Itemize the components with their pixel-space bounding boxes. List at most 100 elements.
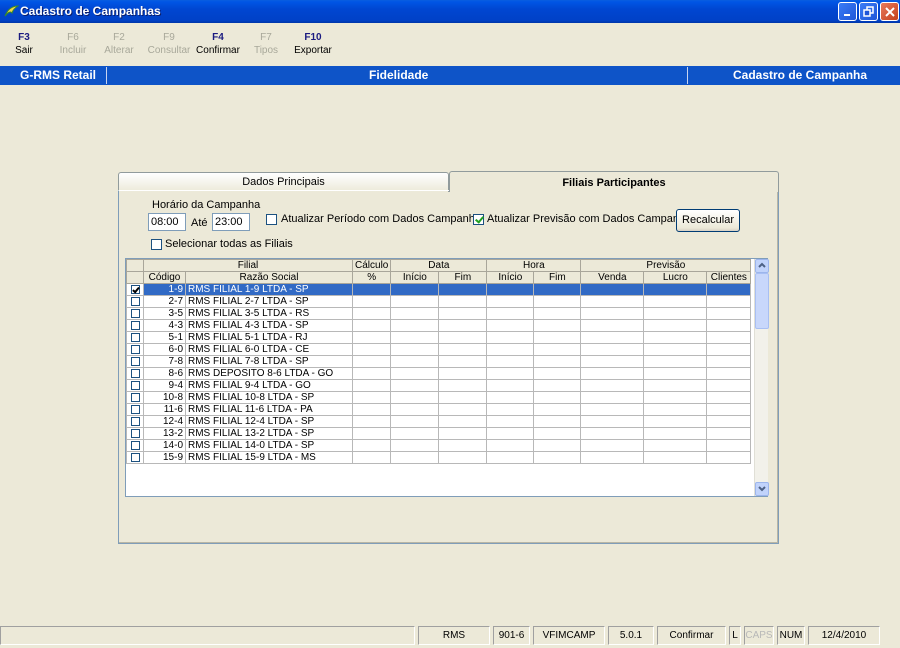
cell-empty[interactable] [438, 403, 488, 416]
atualizar-periodo-checkbox[interactable] [266, 214, 277, 225]
row-checkbox-cell[interactable] [126, 439, 144, 452]
minimize-button[interactable] [838, 2, 857, 21]
cell-empty[interactable] [643, 439, 708, 452]
cell-empty[interactable] [390, 295, 440, 308]
row-checkbox[interactable] [130, 332, 140, 342]
restore-button[interactable] [859, 2, 878, 21]
table-row[interactable]: 4-3 RMS FILIAL 4-3 LTDA - SP [126, 319, 752, 332]
cell-empty[interactable] [706, 307, 752, 320]
cell-empty[interactable] [486, 391, 535, 404]
table-row[interactable]: 13-2 RMS FILIAL 13-2 LTDA - SP [126, 427, 752, 440]
cell-empty[interactable] [486, 451, 535, 464]
cell-empty[interactable] [643, 367, 708, 380]
cell-empty[interactable] [580, 379, 645, 392]
row-checkbox[interactable] [130, 380, 140, 390]
row-checkbox-cell[interactable] [126, 343, 144, 356]
cell-empty[interactable] [706, 331, 752, 344]
col-percent[interactable]: % [351, 271, 392, 284]
row-checkbox[interactable] [130, 404, 140, 414]
cell-empty[interactable] [390, 403, 440, 416]
toolbar-consultar[interactable]: F9 Consultar [147, 32, 191, 56]
cell-empty[interactable] [643, 307, 708, 320]
row-checkbox[interactable] [130, 416, 140, 426]
cell-empty[interactable] [643, 379, 708, 392]
cell-empty[interactable] [351, 295, 392, 308]
cell-empty[interactable] [706, 295, 752, 308]
cell-empty[interactable] [438, 379, 488, 392]
row-checkbox-cell[interactable] [126, 295, 144, 308]
row-checkbox-cell[interactable] [126, 355, 144, 368]
row-checkbox[interactable] [130, 320, 140, 330]
cell-empty[interactable] [706, 391, 752, 404]
table-row[interactable]: 6-0 RMS FILIAL 6-0 LTDA - CE [126, 343, 752, 356]
cell-empty[interactable] [351, 331, 392, 344]
cell-empty[interactable] [390, 283, 440, 296]
row-checkbox[interactable] [130, 452, 140, 462]
scroll-up-button[interactable] [755, 259, 769, 273]
cell-empty[interactable] [580, 331, 645, 344]
table-row[interactable]: 15-9 RMS FILIAL 15-9 LTDA - MS [126, 451, 752, 464]
row-checkbox-cell[interactable] [126, 367, 144, 380]
toolbar-sair[interactable]: F3 Sair [12, 32, 36, 56]
row-checkbox[interactable] [130, 296, 140, 306]
cell-empty[interactable] [580, 355, 645, 368]
cell-empty[interactable] [580, 307, 645, 320]
cell-empty[interactable] [580, 295, 645, 308]
table-row[interactable]: 8-6 RMS DEPOSITO 8-6 LTDA - GO [126, 367, 752, 380]
cell-empty[interactable] [533, 319, 582, 332]
cell-empty[interactable] [486, 307, 535, 320]
cell-empty[interactable] [486, 319, 535, 332]
cell-empty[interactable] [706, 379, 752, 392]
cell-empty[interactable] [643, 355, 708, 368]
cell-empty[interactable] [533, 367, 582, 380]
cell-empty[interactable] [351, 427, 392, 440]
hora-inicio-field[interactable]: 08:00 [148, 213, 186, 231]
cell-empty[interactable] [643, 343, 708, 356]
cell-empty[interactable] [390, 331, 440, 344]
cell-empty[interactable] [643, 427, 708, 440]
cell-empty[interactable] [706, 439, 752, 452]
cell-empty[interactable] [580, 451, 645, 464]
row-checkbox[interactable] [130, 428, 140, 438]
row-checkbox-cell[interactable] [126, 319, 144, 332]
cell-empty[interactable] [486, 295, 535, 308]
row-checkbox-cell[interactable] [126, 283, 144, 296]
cell-empty[interactable] [580, 391, 645, 404]
cell-empty[interactable] [706, 319, 752, 332]
cell-empty[interactable] [643, 319, 708, 332]
close-button[interactable] [880, 2, 899, 21]
cell-empty[interactable] [643, 403, 708, 416]
selecionar-todas-checkbox[interactable] [151, 239, 162, 250]
cell-empty[interactable] [351, 367, 392, 380]
cell-empty[interactable] [533, 307, 582, 320]
cell-empty[interactable] [486, 379, 535, 392]
cell-empty[interactable] [580, 319, 645, 332]
cell-empty[interactable] [533, 427, 582, 440]
cell-empty[interactable] [486, 283, 535, 296]
cell-empty[interactable] [390, 415, 440, 428]
col-hora-inicio[interactable]: Início [486, 271, 535, 284]
table-row[interactable]: 11-6 RMS FILIAL 11-6 LTDA - PA [126, 403, 752, 416]
table-row[interactable]: 2-7 RMS FILIAL 2-7 LTDA - SP [126, 295, 752, 308]
row-checkbox-cell[interactable] [126, 415, 144, 428]
col-lucro[interactable]: Lucro [643, 271, 708, 284]
cell-empty[interactable] [580, 343, 645, 356]
col-venda[interactable]: Venda [580, 271, 645, 284]
cell-empty[interactable] [706, 451, 752, 464]
cell-empty[interactable] [390, 391, 440, 404]
scroll-thumb[interactable] [755, 273, 769, 329]
row-checkbox-cell[interactable] [126, 379, 144, 392]
cell-empty[interactable] [438, 355, 488, 368]
cell-empty[interactable] [643, 391, 708, 404]
row-checkbox-cell[interactable] [126, 403, 144, 416]
cell-empty[interactable] [390, 427, 440, 440]
recalcular-button[interactable]: Recalcular [676, 209, 740, 232]
table-row[interactable]: 14-0 RMS FILIAL 14-0 LTDA - SP [126, 439, 752, 452]
cell-empty[interactable] [351, 403, 392, 416]
cell-empty[interactable] [351, 355, 392, 368]
cell-empty[interactable] [486, 367, 535, 380]
cell-empty[interactable] [643, 283, 708, 296]
cell-empty[interactable] [438, 283, 488, 296]
grid-scrollbar[interactable] [754, 259, 769, 496]
cell-empty[interactable] [438, 295, 488, 308]
